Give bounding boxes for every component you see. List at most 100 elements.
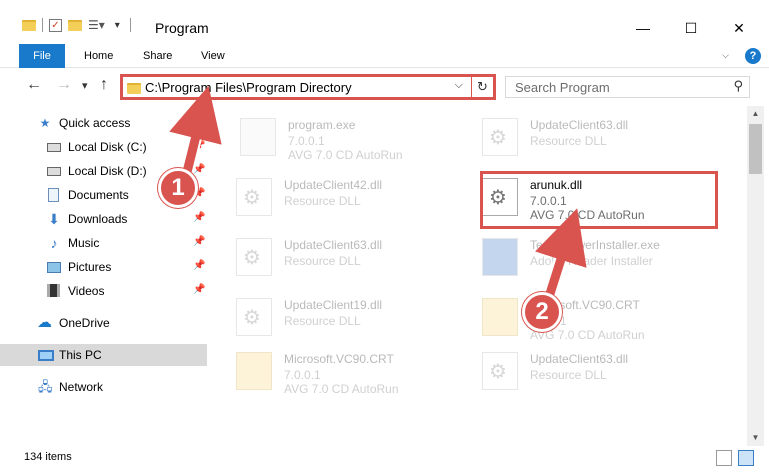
sidebar-item-label: Music: [68, 236, 100, 250]
file-name: UpdateClient63.dll: [530, 118, 629, 132]
pin-icon: 📌: [193, 260, 206, 271]
file-version: 7.0.0.1: [288, 134, 325, 148]
scroll-down-icon[interactable]: ▼: [747, 430, 764, 446]
folder-file-icon: [236, 352, 272, 390]
pin-icon: 📌: [193, 164, 206, 175]
arunuk-highlight-box: [480, 171, 718, 229]
file-name: TeamViewerInstaller.exe: [530, 238, 660, 252]
sidebar-item-pictures[interactable]: Pictures 📌: [0, 256, 207, 278]
tab-view[interactable]: View: [201, 44, 225, 68]
pin-icon: 📌: [193, 140, 206, 151]
expand-ribbon-icon[interactable]: ⌵: [722, 50, 729, 61]
toolbar-divider: [42, 18, 43, 32]
large-icons-view-icon[interactable]: [738, 450, 754, 466]
scroll-up-icon[interactable]: ▲: [747, 106, 764, 122]
sidebar-item-local-disk-c[interactable]: Local Disk (C:) 📌: [0, 136, 207, 158]
address-path[interactable]: C:\Program Files\Program Directory: [145, 80, 352, 95]
pin-icon: 📌: [193, 284, 206, 295]
sidebar-item-label: Downloads: [68, 212, 128, 226]
maximize-button[interactable]: ☐: [668, 16, 714, 40]
drive-icon: [47, 167, 61, 176]
drive-icon: [47, 143, 61, 152]
callout-step-2: 2: [522, 292, 562, 332]
scroll-thumb[interactable]: [749, 124, 762, 174]
pin-icon: 📌: [193, 236, 206, 247]
pin-icon: 📌: [193, 212, 206, 223]
folder-file-icon: [482, 298, 518, 336]
search-icon[interactable]: ⚲: [733, 78, 743, 94]
sidebar-item-this-pc[interactable]: This PC: [0, 344, 207, 366]
window-title: Program: [155, 20, 209, 36]
star-icon: ★: [39, 116, 51, 130]
address-bar[interactable]: C:\Program Files\Program Directory ⌵ ↻: [120, 74, 496, 100]
tab-share[interactable]: Share: [143, 44, 172, 68]
tab-file[interactable]: File: [19, 44, 65, 68]
file-description: Resource DLL: [284, 314, 361, 328]
sidebar-item-onedrive[interactable]: ☁ OneDrive: [0, 312, 207, 334]
help-icon[interactable]: ?: [745, 48, 761, 64]
title-bar: ✓ ☰▾ ▾ Program — ☐ ✕: [0, 0, 769, 40]
status-bar: 134 items: [0, 446, 769, 474]
sidebar-item-label: This PC: [59, 348, 102, 362]
navigation-bar: ← → ▾ ↑ C:\Program Files\Program Directo…: [0, 72, 769, 100]
file-item[interactable]: UpdateClient63.dll Resource DLL: [236, 232, 476, 288]
file-item[interactable]: Microsoft.VC90.CRT 7.0.0.1 AVG 7.0 CD Au…: [482, 292, 722, 348]
navigation-pane: ★ Quick access Local Disk (C:) 📌 Local D…: [0, 106, 210, 446]
sidebar-item-downloads[interactable]: ⬇ Downloads 📌: [0, 208, 207, 230]
sidebar-item-label: Network: [59, 380, 104, 394]
details-view-icon[interactable]: [716, 450, 732, 466]
file-version: 7.0.0.1: [284, 368, 321, 382]
vertical-scrollbar[interactable]: ▲ ▼: [747, 106, 764, 446]
file-item[interactable]: UpdateClient63.dll Resource DLL: [482, 112, 722, 168]
customize-toolbar-icon[interactable]: ☰▾: [88, 18, 105, 32]
file-name: UpdateClient42.dll: [284, 178, 383, 192]
toolbar-divider: [129, 18, 131, 32]
close-button[interactable]: ✕: [716, 16, 762, 40]
sidebar-item-network[interactable]: 🖧 Network: [0, 376, 207, 398]
sidebar-item-music[interactable]: ♪ Music 📌: [0, 232, 207, 254]
dll-file-icon: [482, 352, 518, 390]
search-input[interactable]: Search Program ⚲: [505, 76, 750, 98]
download-icon: ⬇: [48, 211, 60, 227]
sidebar-item-label: Videos: [68, 284, 105, 298]
file-item[interactable]: Microsoft.VC90.CRT 7.0.0.1 AVG 7.0 CD Au…: [236, 346, 476, 402]
new-folder-icon[interactable]: [68, 19, 82, 31]
file-description: Resource DLL: [530, 368, 607, 382]
file-item[interactable]: UpdateClient19.dll Resource DLL: [236, 292, 476, 348]
up-button[interactable]: ↑: [100, 76, 108, 94]
file-description: Adobe Reader Installer: [530, 254, 653, 268]
recent-locations-button[interactable]: ▾: [82, 79, 88, 92]
file-item[interactable]: TeamViewerInstaller.exe Adobe Reader Ins…: [482, 232, 722, 288]
folder-icon: [127, 83, 141, 94]
item-count: 134 items: [24, 451, 72, 463]
file-item[interactable]: program.exe 7.0.0.1 AVG 7.0 CD AutoRun: [240, 112, 480, 168]
folder-icon: [22, 19, 36, 31]
sidebar-item-label: Documents: [68, 188, 129, 202]
address-dropdown-icon[interactable]: ⌵: [455, 79, 463, 92]
file-item[interactable]: UpdateClient42.dll Resource DLL: [236, 172, 476, 228]
pictures-icon: [47, 262, 61, 273]
file-name: Microsoft.VC90.CRT: [284, 352, 394, 366]
forward-button[interactable]: →: [56, 76, 72, 94]
tab-home[interactable]: Home: [84, 44, 113, 68]
dll-file-icon: [236, 298, 272, 336]
dll-file-icon: [236, 178, 272, 216]
computer-icon: [38, 350, 54, 361]
sidebar-item-videos[interactable]: Videos 📌: [0, 280, 207, 302]
properties-icon[interactable]: ✓: [49, 18, 62, 32]
dll-file-icon: [236, 238, 272, 276]
file-name: UpdateClient63.dll: [530, 352, 629, 366]
file-description: Resource DLL: [284, 254, 361, 268]
document-icon: [48, 188, 59, 202]
minimize-button[interactable]: —: [620, 16, 666, 40]
sidebar-item-label: Local Disk (D:): [68, 164, 147, 178]
sidebar-item-quick-access[interactable]: ★ Quick access: [0, 112, 207, 134]
file-item[interactable]: UpdateClient63.dll Resource DLL: [482, 346, 722, 402]
file-list: program.exe 7.0.0.1 AVG 7.0 CD AutoRun U…: [212, 106, 747, 436]
toolbar-dropdown-icon[interactable]: ▾: [115, 20, 120, 31]
file-description: AVG 7.0 CD AutoRun: [288, 148, 403, 162]
ribbon-tabs: File Home Share View ⌵ ?: [0, 44, 769, 68]
back-button[interactable]: ←: [26, 76, 42, 94]
sidebar-item-label: Pictures: [68, 260, 112, 274]
refresh-button[interactable]: ↻: [471, 77, 493, 97]
